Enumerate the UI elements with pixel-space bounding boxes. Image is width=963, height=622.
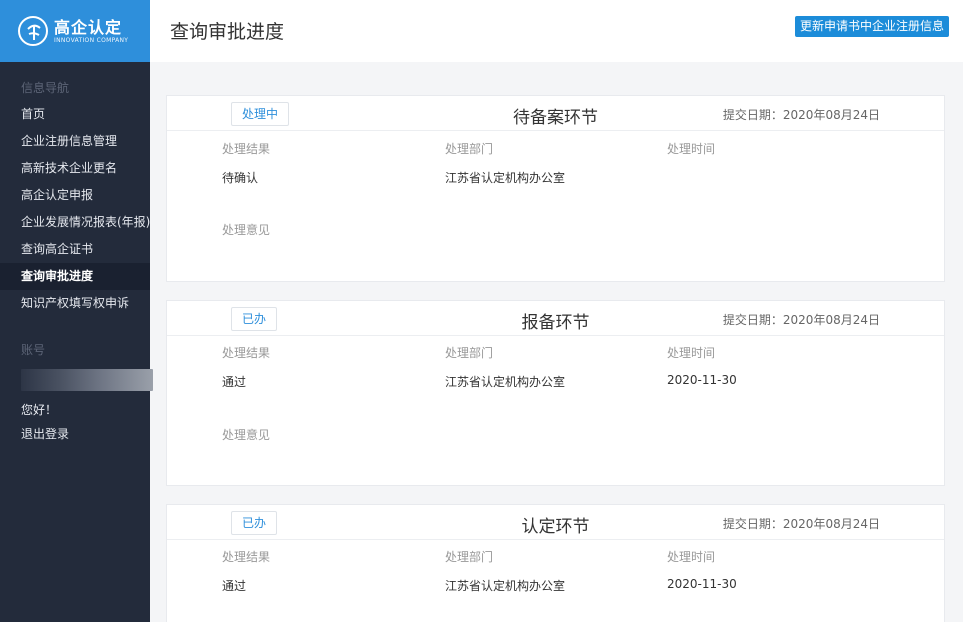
brand-title: 高企认定 (54, 17, 123, 37)
stage-card-pending-filing: 处理中 待备案环节 提交日期：2020年08月24日 处理结果 处理部门 处理时… (166, 95, 945, 282)
sidebar-item-home[interactable]: 首页 (0, 101, 150, 128)
account-name-redacted (21, 369, 153, 391)
brand-subtitle: INNOVATION COMPANY (54, 36, 129, 44)
sidebar-item-company-rename[interactable]: 高新技术企业更名 (0, 155, 150, 182)
stage-card-certification: 已办 认定环节 提交日期：2020年08月24日 处理结果 处理部门 处理时间 … (166, 504, 945, 622)
column-department-label: 处理部门 (445, 550, 494, 564)
brand-logo[interactable]: 高企认定 INNOVATION COMPANY (0, 0, 150, 62)
column-time-label: 处理时间 (667, 550, 716, 564)
opinion-label: 处理意见 (222, 428, 271, 442)
sidebar-item-ip-appeal[interactable]: 知识产权填写权申诉 (0, 290, 150, 317)
submit-date: 提交日期：2020年08月24日 (722, 517, 880, 531)
column-department-label: 处理部门 (445, 346, 494, 360)
sidebar-item-company-registration[interactable]: 企业注册信息管理 (0, 128, 150, 155)
department-value: 江苏省认定机构办公室 (445, 171, 566, 185)
update-registration-info-button[interactable]: 更新申请书中企业注册信息 (794, 16, 949, 37)
logout-link[interactable]: 退出登录 (0, 421, 150, 448)
column-time-label: 处理时间 (667, 142, 716, 156)
brand-logo-icon (18, 16, 48, 46)
column-time-label: 处理时间 (667, 346, 716, 360)
stage-card-filing: 已办 报备环节 提交日期：2020年08月24日 处理结果 处理部门 处理时间 … (166, 300, 945, 486)
department-value: 江苏省认定机构办公室 (445, 579, 566, 593)
page-header: 查询审批进度 更新申请书中企业注册信息 (150, 0, 963, 62)
column-result-label: 处理结果 (222, 550, 271, 564)
page-title: 查询审批进度 (170, 21, 285, 43)
stage-card-header: 已办 认定环节 提交日期：2020年08月24日 (167, 505, 944, 540)
column-result-label: 处理结果 (222, 346, 271, 360)
sidebar: 信息导航 首页 企业注册信息管理 高新技术企业更名 高企认定申报 企业发展情况报… (0, 62, 153, 622)
stage-card-header: 处理中 待备案环节 提交日期：2020年08月24日 (167, 96, 944, 131)
sidebar-account-title: 账号 (21, 343, 46, 357)
result-value: 通过 (222, 375, 247, 389)
sidebar-item-certificate-query[interactable]: 查询高企证书 (0, 236, 150, 263)
submit-date: 提交日期：2020年08月24日 (722, 313, 880, 327)
sidebar-item-approval-progress[interactable]: 查询审批进度 (0, 263, 150, 290)
submit-date: 提交日期：2020年08月24日 (722, 108, 880, 122)
result-value: 通过 (222, 579, 247, 593)
greeting-text: 您好！ (21, 403, 58, 417)
column-department-label: 处理部门 (445, 142, 494, 156)
time-value: 2020-11-30 (667, 373, 737, 387)
result-value: 待确认 (222, 171, 259, 185)
opinion-label: 处理意见 (222, 223, 271, 237)
sidebar-item-certification-apply[interactable]: 高企认定申报 (0, 182, 150, 209)
column-result-label: 处理结果 (222, 142, 271, 156)
stage-card-header: 已办 报备环节 提交日期：2020年08月24日 (167, 301, 944, 336)
sidebar-item-annual-report[interactable]: 企业发展情况报表(年报) (0, 209, 150, 236)
sidebar-nav-title: 信息导航 (21, 81, 70, 95)
time-value: 2020-11-30 (667, 577, 737, 591)
department-value: 江苏省认定机构办公室 (445, 375, 566, 389)
